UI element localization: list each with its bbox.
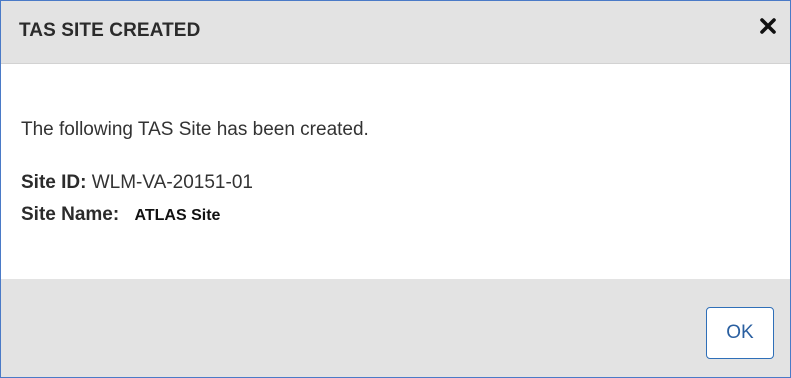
close-icon xyxy=(759,17,777,40)
dialog-header: TAS SITE CREATED xyxy=(1,1,790,64)
site-name-value: ATLAS Site xyxy=(134,207,221,224)
dialog-body: The following TAS Site has been created.… xyxy=(1,64,790,279)
dialog-footer: OK xyxy=(1,279,790,377)
ok-button[interactable]: OK xyxy=(706,307,774,359)
site-name-label: Site Name: xyxy=(21,204,120,225)
dialog-message: The following TAS Site has been created. xyxy=(21,119,369,140)
site-name-row: Site Name: ATLAS Site xyxy=(21,204,220,226)
site-id-value: WLM-VA-20151-01 xyxy=(91,172,253,193)
site-id-label: Site ID: xyxy=(21,172,87,193)
site-id-row: Site ID: WLM-VA-20151-01 xyxy=(21,172,253,194)
close-button[interactable] xyxy=(756,16,780,40)
dialog-title: TAS SITE CREATED xyxy=(19,20,201,41)
tas-site-created-dialog: TAS SITE CREATED The following TAS Site … xyxy=(0,0,791,378)
